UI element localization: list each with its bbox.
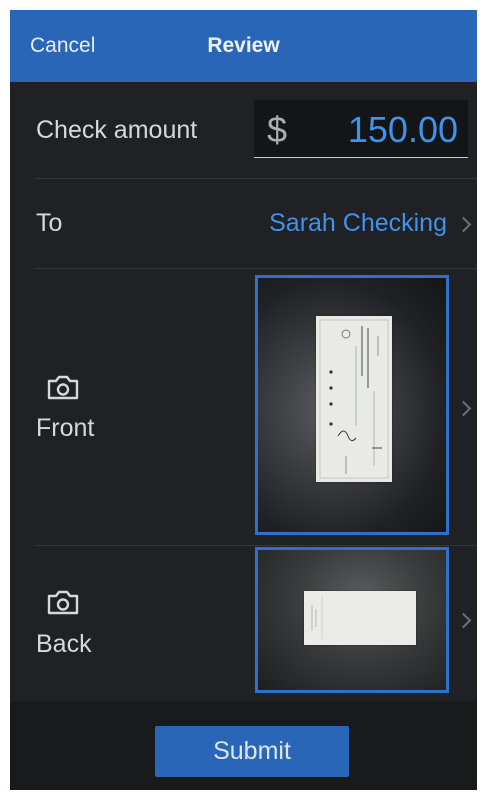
check-amount-input[interactable]: $ 150.00 (254, 100, 468, 158)
to-label: To (36, 209, 63, 237)
divider (35, 545, 477, 546)
back-check-thumbnail[interactable] (255, 547, 449, 693)
check-front-image (316, 316, 392, 482)
divider (35, 268, 477, 269)
page-title: Review (207, 34, 280, 57)
footer-bar: Submit (10, 701, 477, 790)
currency-symbol: $ (267, 109, 288, 150)
divider (35, 178, 477, 179)
check-amount-value: 150.00 (347, 109, 458, 150)
check-back-image (304, 591, 416, 645)
submit-button[interactable]: Submit (155, 726, 349, 777)
front-check-thumbnail[interactable] (255, 275, 449, 535)
check-front-marks (319, 319, 389, 479)
front-label: Front (36, 414, 95, 442)
chevron-right-icon[interactable] (455, 216, 472, 233)
review-screen: Cancel Review Check amount $ 150.00 To S… (10, 10, 477, 790)
chevron-right-icon[interactable] (455, 612, 472, 629)
check-back-marks (311, 597, 323, 639)
camera-icon[interactable] (46, 590, 80, 616)
camera-icon[interactable] (46, 375, 80, 401)
to-account-selector[interactable]: Sarah Checking (269, 205, 447, 241)
back-label: Back (36, 630, 92, 658)
chevron-right-icon[interactable] (455, 400, 472, 417)
check-amount-label: Check amount (36, 116, 198, 144)
header-bar: Cancel Review (10, 10, 477, 82)
